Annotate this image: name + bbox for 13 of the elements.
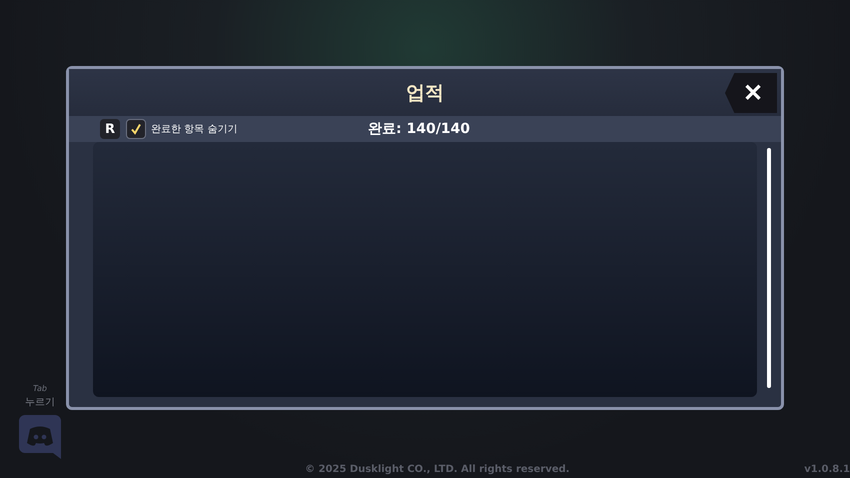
hide-completed-checkbox[interactable]	[126, 119, 146, 139]
progress-text: 완료: 140/140	[368, 120, 470, 138]
checkbox-label: 완료한 항목 숨기기	[151, 123, 238, 136]
check-icon	[130, 123, 142, 135]
key-action-text: 누르기	[25, 396, 55, 409]
scrollbar[interactable]	[767, 148, 771, 388]
chat-app-icon[interactable]	[19, 415, 61, 459]
close-button[interactable]: ✕	[725, 73, 777, 113]
key-hint: R	[100, 119, 120, 139]
dialog-title: 업적	[406, 80, 444, 106]
copyright-text: © 2025 Dusklight CO., LTD. All rights reserved.	[305, 464, 570, 474]
key-hint-text: Tab	[32, 384, 48, 393]
version-text: v1.0.8.1	[804, 464, 850, 474]
